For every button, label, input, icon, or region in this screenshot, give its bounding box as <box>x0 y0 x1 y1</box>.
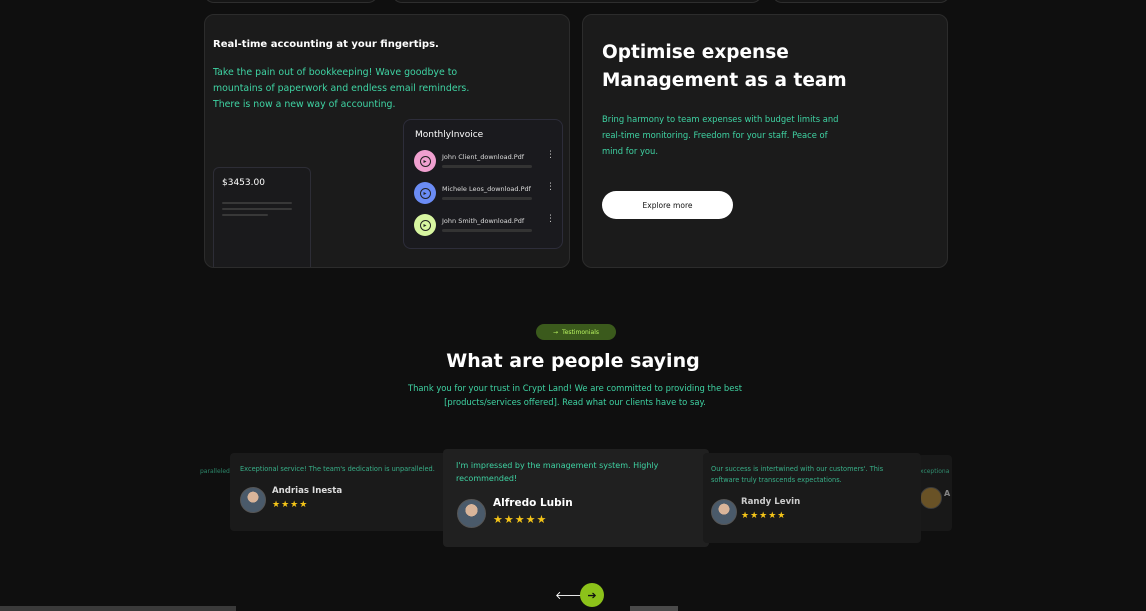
testimonial-quote: I'm impressed by the management system. … <box>456 461 659 483</box>
placeholder-bar <box>222 214 268 216</box>
placeholder-bar <box>222 202 292 204</box>
partial-testimonial-name: A <box>944 489 951 498</box>
horizontal-scrollbar[interactable] <box>0 606 236 611</box>
invoice-item[interactable]: ▸ Michele Leos_download.Pdf ⋮ <box>414 182 555 208</box>
expense-card-description: Bring harmony to team expenses with budg… <box>602 114 839 156</box>
testimonial-card-active[interactable]: I'm impressed by the management system. … <box>443 449 709 547</box>
amount-value: $3453.00 <box>222 178 265 188</box>
testimonials-heading: What are people saying <box>446 350 700 372</box>
testimonial-card[interactable]: Exceptional service! The team's dedicati… <box>230 453 450 531</box>
partial-testimonial-card-right: xceptiona A <box>918 455 952 531</box>
accounting-card-description: Take the pain out of bookkeeping! Wave g… <box>213 67 470 110</box>
more-options-icon[interactable]: ⋮ <box>546 183 555 192</box>
partial-testimonial-left: paralleled. <box>200 468 232 475</box>
expense-card-title: Optimise expense Management as a team <box>602 42 847 91</box>
amount-card: $3453.00 <box>213 167 311 267</box>
card-stub-1 <box>204 0 378 3</box>
testimonial-quote: Exceptional service! The team's dedicati… <box>240 465 435 473</box>
invoice-item-name: John Smith_download.Pdf <box>442 217 525 225</box>
monthly-invoice-card: MonthlyInvoice ▸ John Client_download.Pd… <box>403 119 563 249</box>
progress-bar <box>442 197 532 200</box>
testimonial-name: Andrias Inesta <box>272 486 343 496</box>
star-rating: ★★★★★ <box>741 511 787 521</box>
file-icon: ▸ <box>414 150 436 172</box>
testimonials-badge: → Testimonials <box>536 324 616 340</box>
testimonials-subheading: Thank you for your trust in Crypt Land! … <box>407 383 743 407</box>
accounting-feature-card: Real-time accounting at your fingertips.… <box>204 14 570 268</box>
avatar <box>711 499 737 525</box>
avatar <box>920 487 942 509</box>
explore-more-button[interactable]: Explore more <box>602 191 733 219</box>
testimonial-name: Randy Levin <box>741 497 801 507</box>
testimonial-quote: Our success is intertwined with our cust… <box>711 465 884 484</box>
invoice-item[interactable]: ▸ John Smith_download.Pdf ⋮ <box>414 214 555 240</box>
file-icon: ▸ <box>414 214 436 236</box>
partial-testimonial-right: xceptiona <box>920 468 950 475</box>
arrow-right-icon: ➔ <box>587 589 597 602</box>
card-stub-2 <box>392 0 762 3</box>
accounting-card-title: Real-time accounting at your fingertips. <box>213 39 439 50</box>
avatar <box>457 499 486 528</box>
placeholder-bar <box>222 208 292 210</box>
progress-bar <box>442 229 532 232</box>
arrow-right-icon: → <box>553 328 559 336</box>
progress-bar <box>442 165 532 168</box>
testimonial-name: Alfredo Lubin <box>493 497 573 509</box>
expense-feature-card: Optimise expense Management as a team Br… <box>582 14 948 268</box>
scrollbar-thumb[interactable] <box>630 606 678 611</box>
more-options-icon[interactable]: ⋮ <box>546 215 555 224</box>
more-options-icon[interactable]: ⋮ <box>546 151 555 160</box>
avatar <box>240 487 266 513</box>
carousel-prev-button[interactable]: 🡐 <box>549 584 585 606</box>
invoice-item[interactable]: ▸ John Client_download.Pdf ⋮ <box>414 150 555 176</box>
invoice-item-name: John Client_download.Pdf <box>442 153 525 161</box>
star-rating: ★★★★★ <box>493 513 548 526</box>
testimonial-card[interactable]: Our success is intertwined with our cust… <box>703 453 921 543</box>
card-stub-3 <box>772 0 950 3</box>
star-rating: ★★★★ <box>272 500 309 510</box>
invoice-title: MonthlyInvoice <box>415 130 484 140</box>
invoice-item-name: Michele Leos_download.Pdf <box>442 185 531 193</box>
badge-label: Testimonials <box>562 328 599 336</box>
file-icon: ▸ <box>414 182 436 204</box>
carousel-next-button[interactable]: ➔ <box>580 583 604 607</box>
